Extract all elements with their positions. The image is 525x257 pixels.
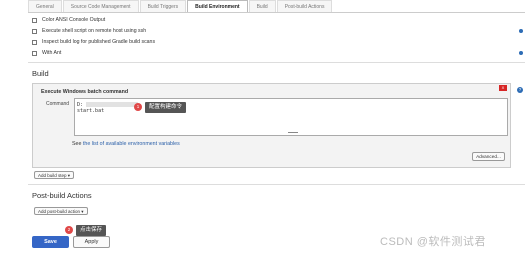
section-divider (28, 62, 525, 63)
build-section-title: Build (32, 69, 49, 78)
command-label: Command (46, 101, 70, 107)
tab-build-environment[interactable]: Build Environment (187, 0, 248, 12)
option-label: With Ant (42, 50, 62, 56)
option-label: Color ANSI Console Output (42, 17, 106, 23)
add-build-step-button[interactable]: Add build step ▾ (34, 171, 75, 179)
option-color-ansi[interactable]: Color ANSI Console Output (32, 17, 105, 23)
annotation-badge: 1 (134, 103, 142, 111)
option-label: Inspect build log for published Gradle b… (42, 39, 156, 45)
help-dot-icon[interactable] (519, 51, 523, 55)
config-tabs: General Source Code Management Build Tri… (28, 0, 525, 13)
tab-general[interactable]: General (28, 0, 62, 12)
remote-ssh-checkbox[interactable] (32, 28, 37, 34)
add-post-build-action-button[interactable]: Add post-build action ▾ (34, 207, 88, 215)
apply-button[interactable]: Apply (73, 236, 110, 248)
gradle-scans-checkbox[interactable] (32, 39, 37, 45)
delete-step-button[interactable]: X (499, 85, 507, 91)
watermark-text: CSDN @软件测试君 (380, 236, 486, 248)
env-vars-hint: See the list of available environment va… (72, 141, 180, 147)
annotation-badge: 2 (65, 226, 73, 234)
help-icon[interactable]: ? (517, 87, 523, 93)
option-remote-ssh[interactable]: Execute shell script on remote host usin… (32, 28, 146, 34)
option-gradle-scans[interactable]: Inspect build log for published Gradle b… (32, 39, 155, 45)
help-dot-icon[interactable] (519, 29, 523, 33)
blurred-text (86, 102, 139, 107)
annotation-tooltip: 配置构建命令 (145, 102, 187, 113)
with-ant-checkbox[interactable] (32, 50, 37, 56)
option-label: Execute shell script on remote host usin… (42, 28, 147, 34)
tab-build[interactable]: Build (248, 0, 276, 12)
annotation-tooltip: 点击保存 (76, 225, 107, 236)
section-divider (28, 184, 525, 185)
tab-post-build-actions[interactable]: Post-build Actions (276, 0, 333, 12)
tab-build-triggers[interactable]: Build Triggers (139, 0, 187, 12)
tab-source-code-management[interactable]: Source Code Management (62, 0, 139, 12)
advanced-button[interactable]: Advanced... (472, 152, 505, 161)
post-build-section-title: Post-build Actions (32, 191, 92, 200)
env-vars-link[interactable]: the list of available environment variab… (83, 141, 180, 147)
build-step-title: Execute Windows batch command (41, 89, 129, 95)
textarea-resize-handle[interactable] (288, 132, 298, 133)
option-with-ant[interactable]: With Ant (32, 50, 61, 56)
command-line: start.bat (77, 108, 105, 114)
hint-prefix: See (72, 141, 83, 147)
color-ansi-checkbox[interactable] (32, 17, 37, 23)
save-button[interactable]: Save (32, 236, 69, 248)
